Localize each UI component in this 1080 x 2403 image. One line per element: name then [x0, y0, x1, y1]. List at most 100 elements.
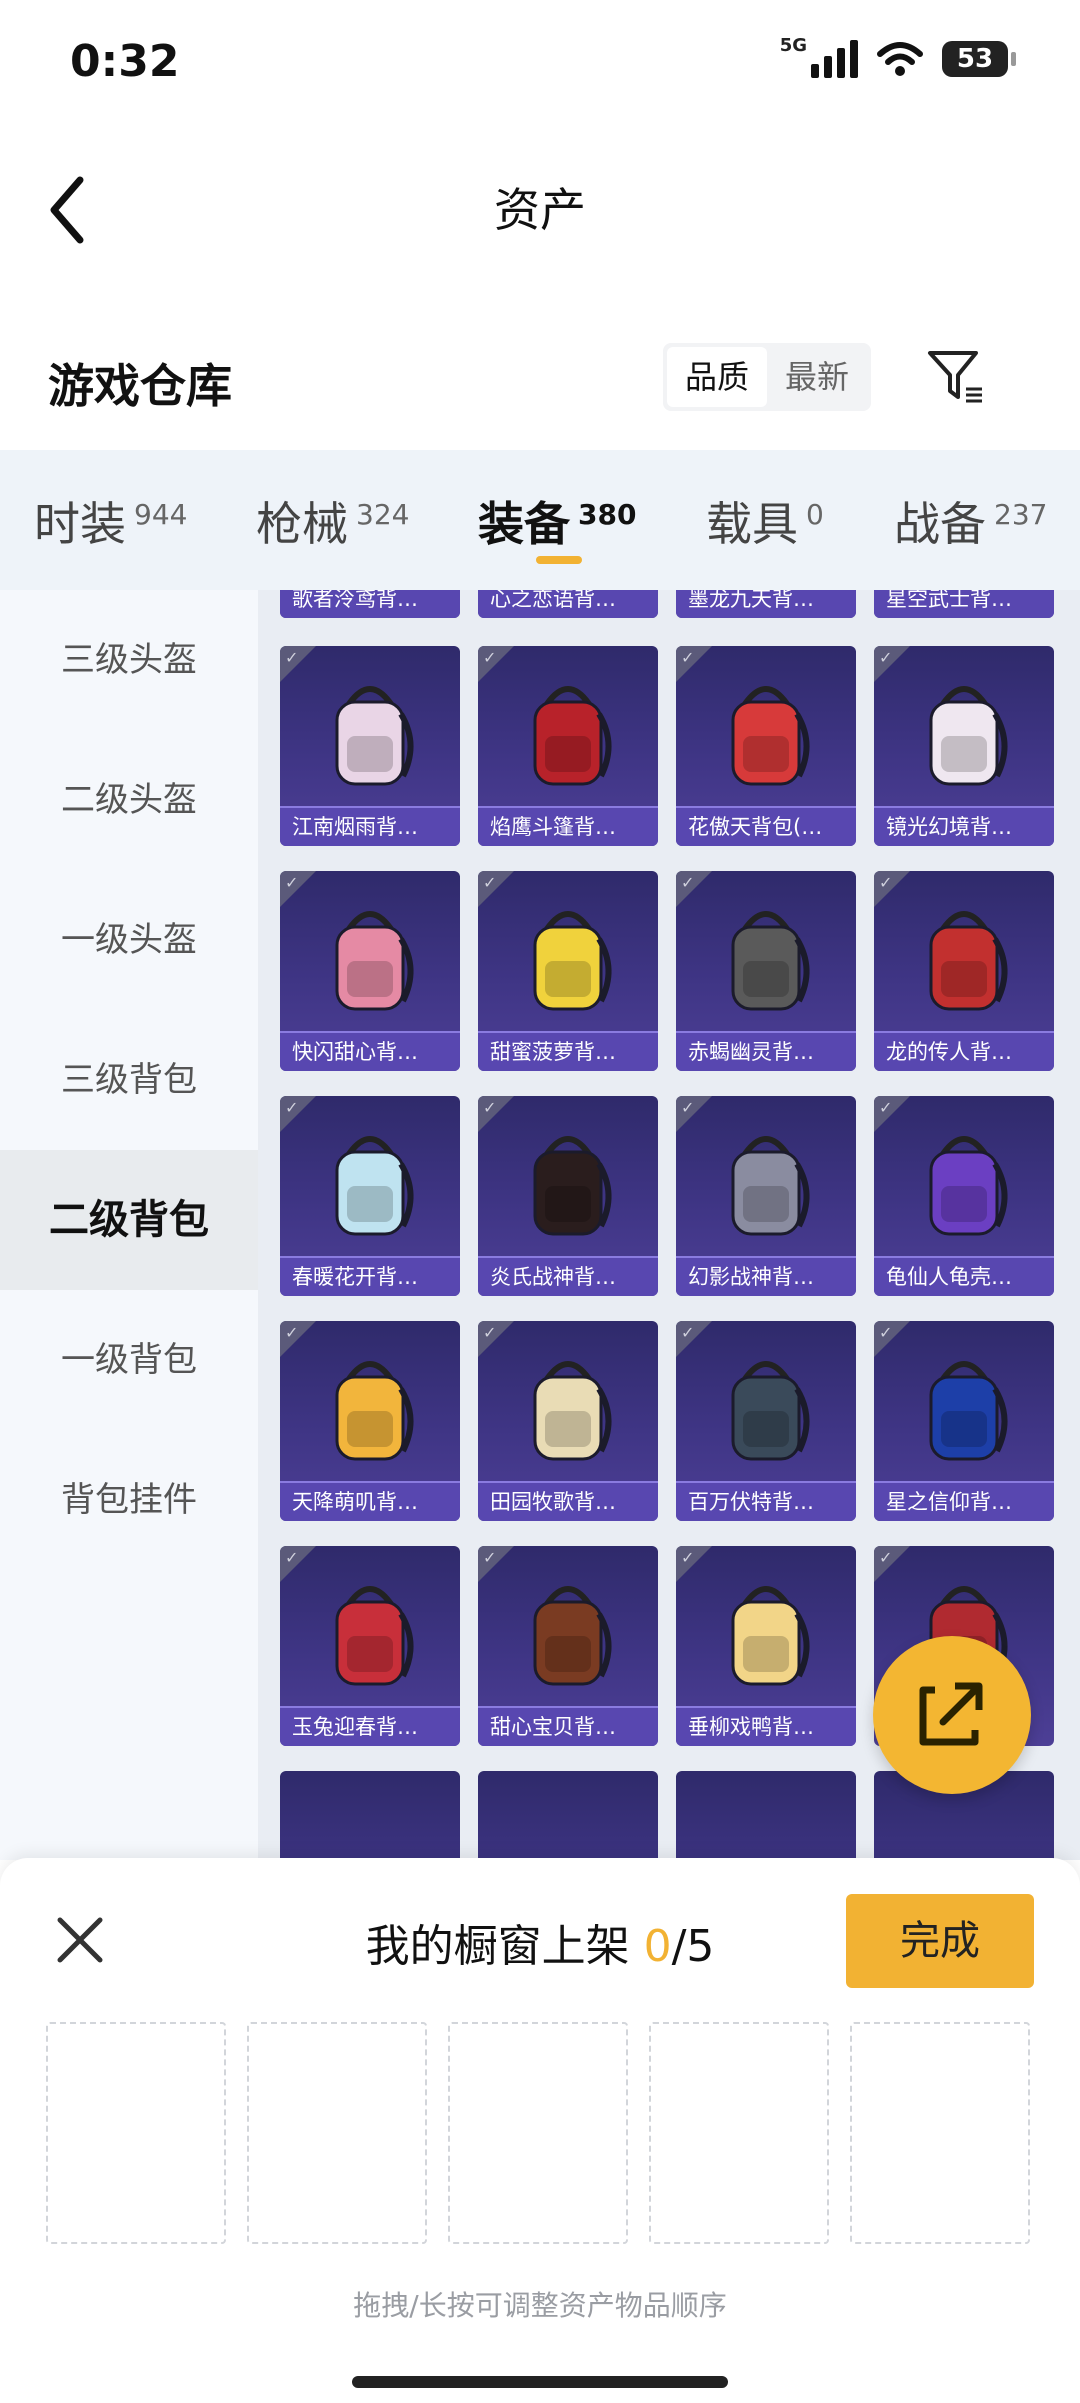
sidebar-item-level3-backpack[interactable]: 三级背包 [0, 1010, 258, 1150]
asset-card[interactable]: ✓ 江南烟雨背… [280, 646, 460, 846]
asset-name: 墨龙九天背… [676, 590, 856, 618]
network-type: 5G [779, 34, 807, 56]
asset-card[interactable]: ✓ 龙的传人背… [874, 871, 1054, 1071]
sidebar-item-level3-helmet[interactable]: 三级头盔 [0, 590, 258, 730]
check-icon: ✓ [681, 1548, 695, 1567]
category-tabs: 时装 944 枪械 324 装备 380 载具 0 战备 237 [0, 450, 1080, 590]
tab-label: 时装 [34, 497, 126, 551]
backpack-icon [929, 1136, 1008, 1236]
asset-card[interactable]: 心之恋语背… [478, 590, 658, 618]
sidebar-item-level2-helmet[interactable]: 二级头盔 [0, 730, 258, 870]
check-icon: ✓ [681, 1323, 695, 1342]
showcase-count-current: 0 [643, 1921, 672, 1972]
battery-icon: 53 [942, 41, 1016, 77]
asset-name: 花傲天背包(… [676, 806, 856, 846]
sidebar-item-level2-backpack[interactable]: 二级背包 [0, 1150, 258, 1290]
sort-quality-option[interactable]: 品质 [667, 347, 767, 407]
tab-equipment[interactable]: 装备 380 [478, 488, 636, 554]
asset-card[interactable]: ✓ 田园牧歌背… [478, 1321, 658, 1521]
check-icon: ✓ [681, 648, 695, 667]
tab-firearms[interactable]: 枪械 324 [256, 488, 409, 554]
asset-card[interactable] [478, 1771, 658, 1860]
asset-card[interactable] [676, 1771, 856, 1860]
backpack-icon [929, 1361, 1008, 1461]
check-icon: ✓ [483, 1323, 497, 1342]
check-icon: ✓ [879, 1548, 893, 1567]
section-header: 游戏仓库 [0, 310, 1080, 450]
asset-card[interactable]: ✓ 甜蜜菠萝背… [478, 871, 658, 1071]
showcase-slot[interactable] [46, 2022, 226, 2244]
showcase-slot[interactable] [850, 2022, 1030, 2244]
asset-card[interactable]: ✓ 春暖花开背… [280, 1096, 460, 1296]
backpack-icon [731, 1361, 810, 1461]
backpack-icon [533, 686, 612, 786]
asset-card[interactable]: ✓ 镜光幻境背… [874, 646, 1054, 846]
tab-count: 380 [578, 498, 637, 531]
asset-name: 百万伏特背… [676, 1481, 856, 1521]
check-icon: ✓ [879, 1098, 893, 1117]
showcase-slot[interactable] [649, 2022, 829, 2244]
asset-card[interactable]: ✓ 百万伏特背… [676, 1321, 856, 1521]
asset-name: 心之恋语背… [478, 590, 658, 618]
asset-card[interactable]: ✓ 玉兔迎春背… [280, 1546, 460, 1746]
sidebar-item-level1-helmet[interactable]: 一级头盔 [0, 870, 258, 1010]
backpack-icon [335, 1361, 414, 1461]
sidebar: 三级头盔 二级头盔 一级头盔 三级背包 二级背包 一级背包 背包挂件 [0, 590, 258, 1860]
signal-icon [811, 40, 858, 78]
asset-name: 镜光幻境背… [874, 806, 1054, 846]
asset-card[interactable]: ✓ 幻影战神背… [676, 1096, 856, 1296]
asset-name: 垂柳戏鸭背… [676, 1706, 856, 1746]
filter-icon[interactable] [924, 345, 988, 409]
asset-name: 快闪甜心背… [280, 1031, 460, 1071]
asset-card[interactable]: ✓ 赤蝎幽灵背… [676, 871, 856, 1071]
showcase-slot[interactable] [247, 2022, 427, 2244]
status-time: 0:32 [70, 36, 180, 87]
showcase-slot[interactable] [448, 2022, 628, 2244]
tab-vehicles[interactable]: 载具 0 [706, 488, 824, 554]
showcase-hint: 拖拽/长按可调整资产物品顺序 [353, 2289, 727, 2322]
asset-card[interactable]: ✓ 龟仙人龟壳… [874, 1096, 1054, 1296]
backpack-icon [335, 686, 414, 786]
asset-name: 玉兔迎春背… [280, 1706, 460, 1746]
sort-newest-option[interactable]: 最新 [767, 347, 867, 407]
sidebar-item-backpack-charm[interactable]: 背包挂件 [0, 1430, 258, 1570]
asset-card[interactable]: ✓ 天降萌叽背… [280, 1321, 460, 1521]
tab-supplies[interactable]: 战备 237 [894, 488, 1047, 554]
tab-count: 237 [994, 498, 1048, 531]
share-fab[interactable] [873, 1636, 1031, 1794]
check-icon: ✓ [285, 1548, 299, 1567]
done-button[interactable]: 完成 [846, 1894, 1034, 1988]
backpack-icon [929, 911, 1008, 1011]
backpack-icon [731, 686, 810, 786]
asset-card[interactable]: ✓ 炎氏战神背… [478, 1096, 658, 1296]
asset-card[interactable]: ✓ 甜心宝贝背… [478, 1546, 658, 1746]
check-icon: ✓ [285, 648, 299, 667]
asset-card[interactable]: ✓ 星之信仰背… [874, 1321, 1054, 1521]
header: 资产 [0, 130, 1080, 280]
share-external-icon [919, 1682, 983, 1746]
check-icon: ✓ [483, 1548, 497, 1567]
asset-card[interactable]: ✓ 快闪甜心背… [280, 871, 460, 1071]
check-icon: ✓ [879, 648, 893, 667]
asset-card[interactable]: 墨龙九天背… [676, 590, 856, 618]
backpack-icon [533, 1361, 612, 1461]
asset-card[interactable]: 歌者泠鸢背… [280, 590, 460, 618]
sidebar-item-level1-backpack[interactable]: 一级背包 [0, 1290, 258, 1430]
tab-label: 载具 [706, 497, 798, 551]
asset-card[interactable]: ✓ 花傲天背包(… [676, 646, 856, 846]
showcase-sheet: 我的橱窗上架 0/5 完成 拖拽/长按可调整资产物品顺序 [0, 1858, 1080, 2403]
check-icon: ✓ [483, 1098, 497, 1117]
check-icon: ✓ [483, 648, 497, 667]
asset-card[interactable]: ✓ 焰鹰斗篷背… [478, 646, 658, 846]
check-icon: ✓ [285, 1323, 299, 1342]
tab-fashion[interactable]: 时装 944 [34, 488, 187, 554]
backpack-icon [731, 1586, 810, 1686]
asset-card[interactable]: 星空武士背… [874, 590, 1054, 618]
showcase-title-text: 我的橱窗上架 [365, 1921, 630, 1972]
wifi-icon [877, 42, 923, 76]
asset-name: 星空武士背… [874, 590, 1054, 618]
asset-name: 赤蝎幽灵背… [676, 1031, 856, 1071]
asset-card[interactable] [280, 1771, 460, 1860]
tab-count: 944 [134, 498, 188, 531]
asset-card[interactable]: ✓ 垂柳戏鸭背… [676, 1546, 856, 1746]
